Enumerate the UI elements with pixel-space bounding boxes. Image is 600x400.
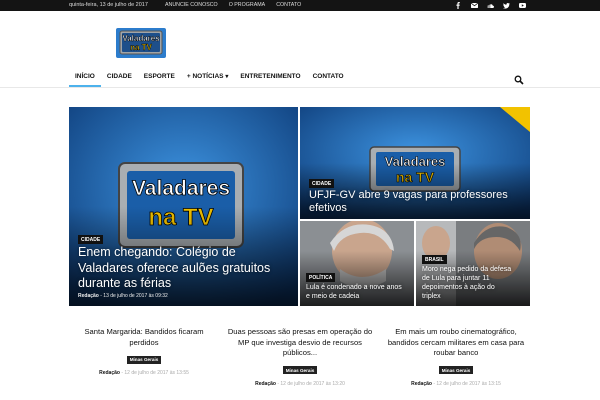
article-author[interactable]: Redação bbox=[99, 370, 120, 376]
nav-item-inicio[interactable]: INÍCIO bbox=[69, 66, 101, 87]
nav-item-noticias[interactable]: + NOTÍCIAS ▾ bbox=[181, 66, 235, 87]
facebook-icon[interactable] bbox=[454, 1, 462, 10]
article-date: 12 de julho de 2017 às 13:55 bbox=[124, 370, 189, 376]
logo-line1: Valadares bbox=[122, 34, 160, 43]
article-meta: Redação - 12 de julho de 2017 às 13:20 bbox=[255, 380, 345, 387]
mail-icon[interactable] bbox=[470, 1, 478, 10]
featured-tile-bottom-left[interactable]: POLÍTICA Lula é condenado a nove anos e … bbox=[300, 221, 414, 306]
logo-line2: na TV bbox=[130, 43, 152, 52]
featured-date: 13 de julho de 2017 às 09:32 bbox=[103, 293, 168, 299]
category-badge[interactable]: BRASIL bbox=[422, 255, 447, 264]
article-author[interactable]: Redação bbox=[411, 381, 432, 387]
featured-title[interactable]: Enem chegando: Colégio de Valadares ofer… bbox=[78, 245, 293, 292]
category-badge[interactable]: CIDADE bbox=[78, 235, 104, 244]
article-author[interactable]: Redação bbox=[255, 381, 276, 387]
featured-title[interactable]: Lula é condenado a nove anos e meio de c… bbox=[306, 283, 406, 301]
chevron-down-icon: ▾ bbox=[225, 74, 229, 80]
twitter-icon[interactable] bbox=[502, 1, 510, 10]
featured-title[interactable]: Moro nega pedido da defesa de Lula para … bbox=[422, 265, 512, 301]
article-title[interactable]: Em mais um roubo cinematográfico, bandid… bbox=[381, 327, 531, 359]
category-badge[interactable]: Minas Gerais bbox=[438, 366, 474, 374]
article-card: Santa Margarida: Bandidos ficaram perdid… bbox=[69, 327, 219, 376]
soundcloud-icon[interactable] bbox=[486, 1, 494, 10]
article-card: Duas pessoas são presas em operação do M… bbox=[225, 327, 375, 387]
main-nav: INÍCIO CIDADE ESPORTE + NOTÍCIAS ▾ ENTRE… bbox=[0, 66, 600, 88]
article-date: 12 de julho de 2017 às 13:20 bbox=[280, 380, 345, 387]
nav-item-contato[interactable]: CONTATO bbox=[307, 66, 350, 87]
top-bar: quinta-feira, 13 de julho de 2017 ANUNCI… bbox=[0, 0, 600, 11]
article-title[interactable]: Santa Margarida: Bandidos ficaram perdid… bbox=[69, 327, 219, 348]
article-title[interactable]: Duas pessoas são presas em operação do M… bbox=[225, 327, 375, 359]
article-date: 12 de julho de 2017 às 13:15 bbox=[436, 380, 501, 387]
nav-item-cidade[interactable]: CIDADE bbox=[101, 66, 138, 87]
featured-tile-main[interactable]: Valadares na TV CIDADE Enem chegando: Co… bbox=[69, 107, 298, 306]
featured-author[interactable]: Redação bbox=[78, 293, 99, 299]
article-meta: Redação - 12 de julho de 2017 às 13:55 bbox=[99, 370, 189, 376]
article-card: Em mais um roubo cinematográfico, bandid… bbox=[381, 327, 531, 387]
article-meta: Redação - 12 de julho de 2017 às 13:15 bbox=[411, 380, 501, 387]
nav-item-entretenimento[interactable]: ENTRETENIMENTO bbox=[234, 66, 306, 87]
site-logo[interactable]: Valadares na TV bbox=[116, 28, 166, 58]
nav-item-esporte[interactable]: ESPORTE bbox=[138, 66, 181, 87]
featured-title[interactable]: UFJF-GV abre 9 vagas para professores ef… bbox=[309, 189, 524, 215]
top-links: ANUNCIE CONOSCO O PROGRAMA CONTATO bbox=[165, 2, 301, 8]
top-link-contato[interactable]: CONTATO bbox=[276, 2, 301, 8]
nav-item-noticias-label: + NOTÍCIAS bbox=[186, 73, 224, 80]
search-icon[interactable] bbox=[514, 72, 524, 85]
featured-meta: Redação - 13 de julho de 2017 às 09:32 bbox=[78, 293, 168, 299]
category-badge[interactable]: POLÍTICA bbox=[306, 273, 336, 282]
category-badge[interactable]: Minas Gerais bbox=[282, 366, 318, 374]
category-badge[interactable]: Minas Gerais bbox=[126, 355, 162, 364]
category-badge[interactable]: CIDADE bbox=[309, 179, 335, 188]
top-link-programa[interactable]: O PROGRAMA bbox=[229, 2, 266, 8]
featured-tile-top-right[interactable]: Valadares na TV CIDADE UFJF-GV abre 9 va… bbox=[300, 107, 530, 219]
youtube-icon[interactable] bbox=[518, 1, 526, 10]
current-date: quinta-feira, 13 de julho de 2017 bbox=[69, 2, 148, 8]
social-links bbox=[454, 1, 526, 10]
top-link-anuncie[interactable]: ANUNCIE CONOSCO bbox=[165, 2, 218, 8]
featured-tile-bottom-right[interactable]: BRASIL Moro nega pedido da defesa de Lul… bbox=[416, 221, 530, 306]
